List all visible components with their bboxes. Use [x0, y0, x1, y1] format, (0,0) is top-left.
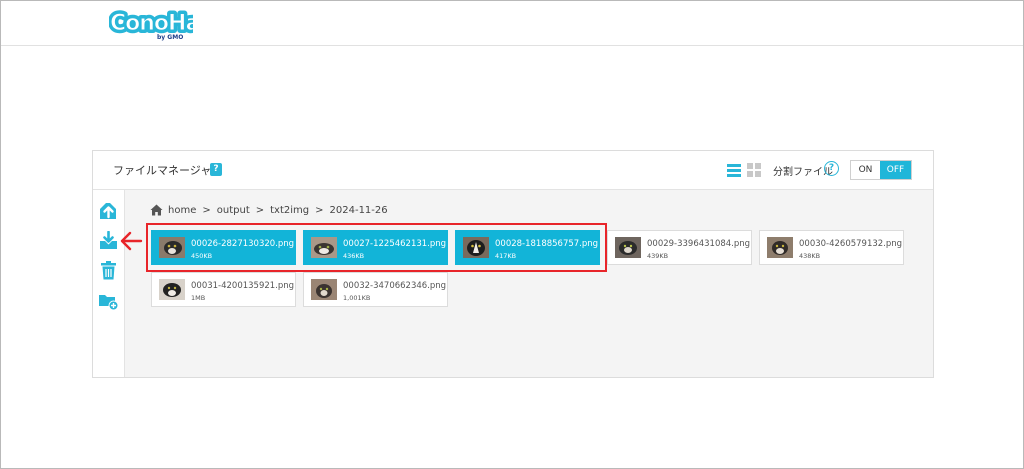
upload-icon[interactable] — [99, 201, 118, 220]
panel-header: ファイルマネージャー ? 分割ファイル ? ON OFF — [93, 151, 933, 190]
breadcrumb: home > output > txt2img > 2024-11-26 — [150, 203, 388, 217]
file-name: 00032-3470662346.png — [343, 281, 447, 291]
cat-thumbnail — [311, 279, 337, 300]
action-sidebar — [93, 190, 125, 377]
breadcrumb-separator: > — [315, 204, 324, 216]
selection-annotation-box — [146, 223, 607, 272]
file-size: 438KB — [799, 252, 821, 260]
trash-icon[interactable] — [99, 261, 118, 280]
conoha-logo[interactable]: ConoHa ConoHa ConoHa by GMO — [107, 7, 203, 41]
file-item[interactable]: 00032-3470662346.png 1,001KB — [303, 272, 448, 307]
breadcrumb-item[interactable]: txt2img — [270, 205, 309, 216]
svg-text:by GMO: by GMO — [157, 34, 183, 41]
toggle-off-option[interactable]: OFF — [880, 161, 911, 179]
breadcrumb-item[interactable]: output — [217, 205, 250, 216]
breadcrumb-separator: > — [202, 204, 211, 216]
download-icon[interactable] — [99, 230, 118, 250]
panel-title: ファイルマネージャー — [113, 164, 223, 177]
home-icon[interactable] — [150, 204, 163, 216]
list-view-icon[interactable] — [727, 162, 741, 177]
cat-thumbnail — [159, 279, 185, 300]
file-name: 00030-4260579132.png — [799, 239, 903, 249]
file-size: 1,001KB — [343, 294, 371, 302]
breadcrumb-item-current[interactable]: 2024-11-26 — [330, 205, 388, 216]
file-item[interactable]: 00030-4260579132.png 438KB — [759, 230, 904, 265]
question-circle-icon[interactable]: ? — [824, 161, 839, 176]
svg-text:ConoHa: ConoHa — [110, 11, 193, 36]
cat-thumbnail — [615, 237, 641, 258]
breadcrumb-home[interactable]: home — [168, 205, 196, 216]
split-file-toggle[interactable]: ON OFF — [850, 160, 912, 180]
site-header: ConoHa ConoHa ConoHa by GMO — [1, 1, 1023, 46]
annotation-arrow-icon — [119, 230, 143, 252]
file-name: 00029-3396431084.png — [647, 239, 751, 249]
file-name: 00031-4200135921.png — [191, 281, 295, 291]
toggle-on-option[interactable]: ON — [851, 161, 880, 179]
file-browser: home > output > txt2img > 2024-11-26 000… — [125, 190, 933, 377]
grid-view-icon[interactable] — [747, 162, 761, 177]
file-item[interactable]: 00029-3396431084.png 439KB — [607, 230, 752, 265]
help-icon[interactable]: ? — [210, 163, 222, 176]
cat-thumbnail — [767, 237, 793, 258]
breadcrumb-separator: > — [255, 204, 265, 216]
new-folder-icon[interactable] — [99, 291, 119, 311]
file-size: 1MB — [191, 294, 206, 302]
file-size: 439KB — [647, 252, 669, 260]
file-item[interactable]: 00031-4200135921.png 1MB — [151, 272, 296, 307]
